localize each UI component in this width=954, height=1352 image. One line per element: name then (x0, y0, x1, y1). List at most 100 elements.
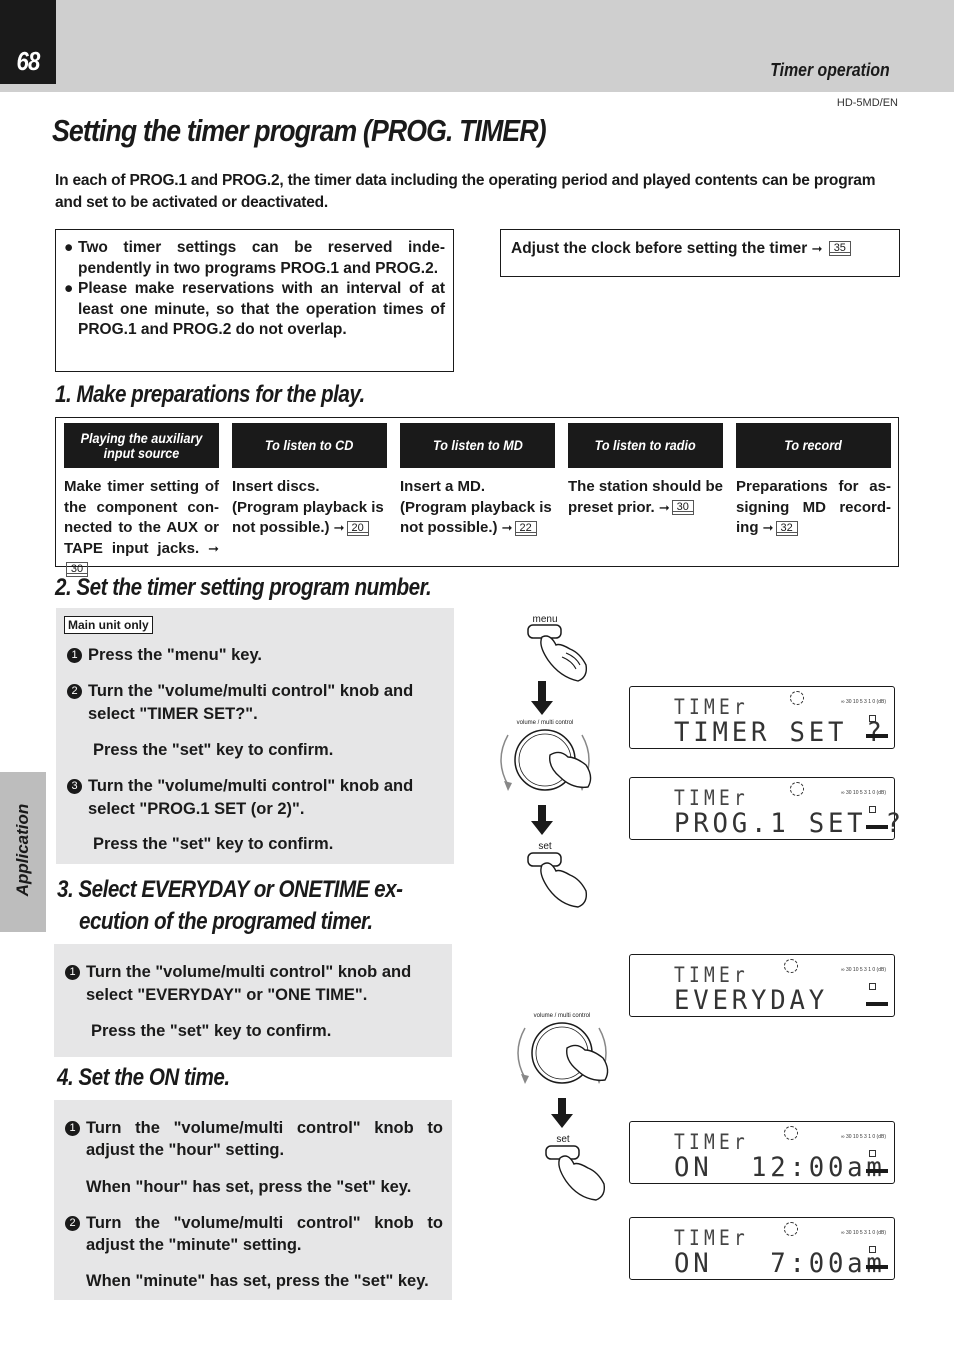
step-text: Turn the "volume/multi control" knob and (86, 963, 412, 981)
prep-column-header: To listen to MD (400, 423, 555, 468)
pressing-hand-icon (558, 1155, 606, 1201)
step-text: select "EVERYDAY" or "ONE TIME". (86, 986, 368, 1004)
level-bar (866, 734, 888, 738)
level-scale: ∞ 30 10 5 3 1 0 (dB) (841, 1134, 886, 1140)
level-scale: ∞ 30 10 5 3 1 0 (dB) (841, 699, 886, 705)
clock-note-box: Adjust the clock before setting the time… (500, 229, 900, 277)
preparation-table: Playing the auxiliary input source Make … (55, 417, 899, 577)
lock-icon (869, 983, 876, 990)
level-scale: ∞ 30 10 5 3 1 0 (dB) (841, 967, 886, 973)
page-number-box: 68 (0, 0, 56, 84)
prep-column-md: To listen to MD Insert a MD. (Program pl… (400, 423, 555, 539)
arrow-icon: ➞ (208, 540, 219, 556)
bullet-icon: ● (64, 239, 74, 256)
timer-indicator-icon (784, 1222, 798, 1236)
prep-column-header: To listen to radio (568, 423, 723, 468)
step34-illustration: volume / multi control set (517, 1013, 609, 1201)
step-confirm-text: Press the "set" key to confirm. (93, 741, 334, 759)
step-text: select "TIMER SET?". (88, 705, 258, 723)
lcd-main-text: EVERYDAY (674, 985, 828, 1016)
timer-indicator-icon (784, 1126, 798, 1140)
prep-column-cd: To listen to CD Insert discs. (Program p… (232, 423, 387, 539)
step-number: 2 (65, 1216, 80, 1231)
step1-heading: 1. Make preparations for the play. (55, 381, 365, 408)
prep-column-radio: To listen to radio The station should be… (568, 423, 723, 518)
page-reference-link[interactable]: 22 (514, 520, 537, 536)
set-key-label: set (538, 841, 552, 852)
section-label: Timer operation (770, 60, 890, 80)
step-text: Turn the "volume/multi control" knob to (86, 1214, 443, 1232)
knob-label: volume / multi control (517, 720, 574, 726)
note-box: ● Two timer settings can be reserved ind… (55, 229, 454, 372)
level-bar (866, 1169, 888, 1173)
step3-heading-line2: ecution of the programed timer. (79, 908, 373, 935)
menu-key-label: menu (532, 614, 557, 625)
step-number: 1 (65, 965, 80, 980)
step2-illustration: menu volume / multi control set (500, 614, 592, 908)
step-text: adjust the "minute" setting. (86, 1236, 302, 1254)
lcd-display-on-hour: TIMEr ON 12:00am ∞ 30 10 5 3 1 0 (dB) (629, 1121, 895, 1184)
down-arrow-icon (531, 681, 553, 715)
step-text: Turn the "volume/multi control" knob to (86, 1119, 443, 1137)
page-reference-link[interactable]: 20 (346, 520, 369, 536)
step-number: 2 (67, 684, 82, 699)
bullet-icon: ● (64, 280, 74, 298)
prep-column-body: The station should be preset prior. ➞ 30 (568, 478, 724, 516)
level-bar (866, 1002, 888, 1006)
prep-column-header: To listen to CD (232, 423, 387, 468)
lcd-display-everyday: TIMEr EVERYDAY ∞ 30 10 5 3 1 0 (dB) (629, 954, 895, 1017)
lcd-main-text: ON 7:00am (674, 1248, 886, 1279)
down-arrow-icon (551, 1098, 573, 1128)
step-text: adjust the "hour" setting. (86, 1141, 285, 1159)
intro-paragraph: In each of PROG.1 and PROG.2, the timer … (55, 172, 876, 211)
arrow-icon: ➞ (333, 520, 345, 535)
knob-label: volume / multi control (534, 1013, 591, 1019)
pressing-hand-icon (540, 862, 588, 908)
prep-column-header: Playing the auxiliary input source (64, 423, 219, 468)
set-key-label: set (556, 1134, 570, 1145)
volume-knob-icon (517, 1022, 609, 1084)
step-number: 1 (65, 1121, 80, 1136)
step-text: Turn the "volume/multi control" knob and (88, 777, 414, 795)
step-confirm-text: When "minute" has set, press the "set" k… (86, 1272, 429, 1290)
lcd-display-on-minute: TIMEr ON 7:00am ∞ 30 10 5 3 1 0 (dB) (629, 1217, 895, 1280)
page-title: Setting the timer program (PROG. TIMER) (52, 113, 547, 148)
step-text: select "PROG.1 SET (or 2)". (88, 800, 305, 818)
lock-icon (869, 715, 876, 722)
page-number: 68 (16, 46, 41, 76)
down-arrow-icon (531, 805, 553, 835)
timer-indicator-icon (790, 782, 804, 796)
clock-note-text: Adjust the clock before setting the time… (511, 240, 808, 257)
step-number: 1 (67, 648, 82, 663)
timer-indicator-icon (790, 691, 804, 705)
arrow-icon: ➞ (658, 499, 670, 515)
page-reference-link[interactable]: 35 (828, 241, 851, 257)
prep-column-aux: Playing the auxiliary input source Make … (64, 423, 219, 580)
lcd-display-timer-set: TIMEr TIMER SET ? ∞ 30 10 5 3 1 0 (dB) (629, 686, 895, 749)
prep-column-record: To record Preparations for as-signing MD… (736, 423, 891, 539)
main-unit-only-tag: Main unit only (64, 616, 153, 634)
step4-heading: 4. Set the ON time. (57, 1064, 230, 1091)
prep-column-body: Make timer setting of the component con-… (64, 478, 219, 577)
lock-icon (869, 806, 876, 813)
prep-column-body: Insert discs. (Program playback is not p… (232, 478, 384, 536)
level-scale: ∞ 30 10 5 3 1 0 (dB) (841, 790, 886, 796)
step-confirm-text: When "hour" has set, press the "set" key… (86, 1178, 412, 1196)
set-key-icon: set (545, 1134, 580, 1160)
step3-heading-line1: 3. Select EVERYDAY or ONETIME ex- (57, 876, 403, 903)
prep-column-header: To record (736, 423, 891, 468)
prep-column-body: Insert a MD. (Program playback is not po… (400, 478, 552, 536)
note-text: Please make reservations with an interva… (78, 280, 445, 339)
note-item: ● Two timer settings can be reserved ind… (64, 238, 445, 279)
page-reference-link[interactable]: 32 (775, 520, 798, 536)
pressing-hand-icon (540, 635, 588, 682)
lock-icon (869, 1246, 876, 1253)
lock-icon (869, 1150, 876, 1157)
side-tab-label: Application (13, 803, 32, 897)
note-text: Two timer settings can be reserved inde-… (78, 239, 445, 277)
prep-column-body: Preparations for as-signing MD record-in… (736, 478, 891, 536)
page-reference-link[interactable]: 30 (671, 500, 694, 516)
lcd-display-prog-set: TIMEr PROG.1 SET ? ∞ 30 10 5 3 1 0 (dB) (629, 777, 901, 840)
model-code: HD-5MD/EN (836, 97, 898, 109)
level-scale: ∞ 30 10 5 3 1 0 (dB) (841, 1230, 886, 1236)
